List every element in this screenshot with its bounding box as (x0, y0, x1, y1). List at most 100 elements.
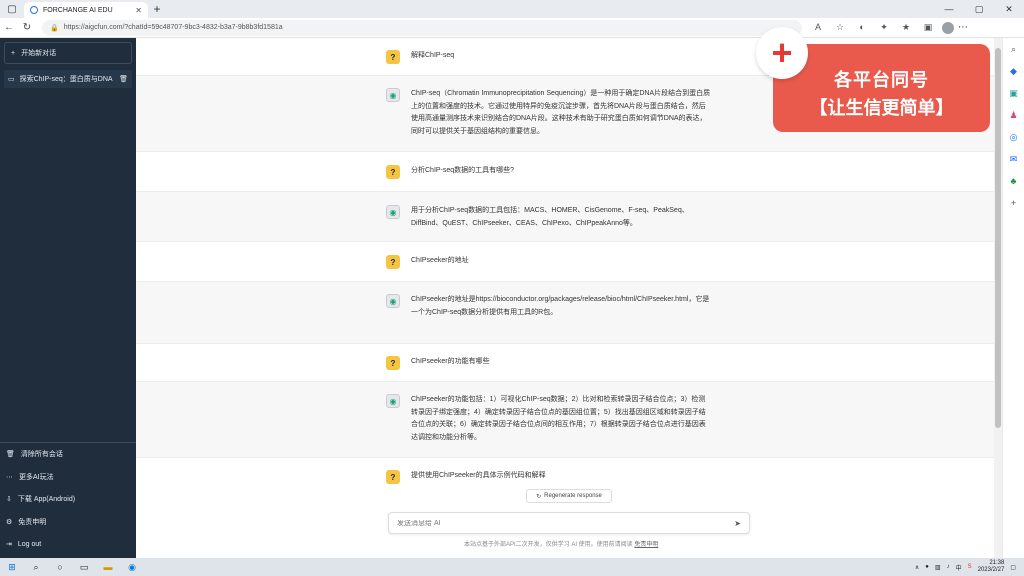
sidebar-bottom-menu: 🗑 清除所有会话 ⋯ 更多AI玩法 ⇩ 下载 App(Android) ⚙ 免责… (0, 442, 136, 556)
windows-start-icon[interactable]: ⊞ (0, 562, 24, 573)
conversation-label: 探索ChIP-seq：蛋白质与DNA (19, 76, 113, 83)
new-tab-button[interactable]: + (148, 2, 166, 16)
scrollbar-thumb[interactable] (995, 48, 1001, 428)
ai-avatar-icon: ◉ (386, 394, 400, 408)
message-row: ◉ 用于分析ChIP-seq数据的工具包括：MACS、HOMER、CisGeno… (136, 192, 994, 242)
more-menu-icon[interactable]: ⋯ (954, 22, 972, 33)
message-row: ◉ ChIPseeker的功能包括：1）可视化ChIP-seq数据；2）比对和检… (136, 382, 994, 458)
games-icon[interactable]: ♟ (1003, 104, 1024, 126)
tab-close-icon[interactable]: ✕ (135, 6, 142, 15)
message-text: 解释ChIP-seq (411, 52, 455, 59)
close-window-icon[interactable]: ✕ (994, 4, 1024, 15)
plus-badge-icon: + (756, 27, 808, 79)
network-icon[interactable]: ▥ (935, 564, 941, 571)
address-bar[interactable]: 🔒 https://aigcfun.com/?chatId=59c48707-9… (42, 19, 802, 36)
sidebar-item-label: 免责申明 (18, 518, 47, 526)
more-icon: ⋯ (6, 473, 13, 481)
regenerate-label: Regenerate response (544, 493, 602, 499)
collections-icon[interactable]: ▣ (920, 22, 936, 33)
add-icon[interactable]: + (1003, 192, 1024, 214)
message-text: ChIPseeker的地址 (411, 257, 469, 264)
site-favicon-icon (30, 6, 38, 14)
banner-line1: 各平台同号 (834, 70, 929, 91)
mic-icon[interactable]: ● (925, 564, 929, 570)
message-text: 提供使用ChIPseeker的具体示例代码和解释 (411, 472, 546, 479)
search-icon[interactable]: ⌕ (1003, 38, 1024, 60)
new-chat-button[interactable]: + 开始新对话 (4, 42, 132, 64)
minimize-icon[interactable]: — (934, 4, 964, 15)
cortana-icon[interactable]: ○ (48, 562, 72, 572)
shopping-icon[interactable]: ◆ (1003, 60, 1024, 82)
disclaimer-icon: ⚙ (6, 518, 13, 526)
conversation-item[interactable]: ▭ 探索ChIP-seq：蛋白质与DNA 🗑 (4, 70, 132, 88)
send-icon[interactable]: ➤ (734, 519, 741, 528)
sidebar-item-label: Log out (17, 540, 42, 548)
clock-time: 21:38 (989, 560, 1005, 566)
sidebar-item-label: 下载 App(Android) (17, 496, 76, 504)
app-tray-icon[interactable]: S (968, 564, 972, 570)
tab-title: FORCHANGE AI EDU (43, 6, 113, 14)
tools-icon[interactable]: ▣ (1003, 82, 1024, 104)
sidebar-item-label: 清除所有会话 (20, 451, 63, 459)
sidebar-item-download[interactable]: ⇩ 下载 App(Android) (0, 488, 136, 511)
chevron-up-icon[interactable]: ∧ (915, 564, 919, 571)
plus-icon: + (11, 49, 16, 57)
footer-note: 本站点基于外部API二次开发，仅供学习 AI 使用。使用前请阅读 免责申明 (464, 539, 658, 548)
volume-icon[interactable]: ♪ (947, 564, 950, 570)
ai-avatar-icon: ◉ (386, 294, 400, 308)
refresh-icon: ↻ (536, 493, 542, 500)
window-controls: — ▢ ✕ (934, 4, 1024, 15)
sidebar-item-disclaimer[interactable]: ⚙ 免责申明 (0, 511, 136, 534)
profile-avatar[interactable] (942, 21, 954, 34)
favorites-icon[interactable]: ★ (898, 22, 914, 33)
tree-icon[interactable]: ♣ (1003, 170, 1024, 192)
extension-icon[interactable]: ◐ (854, 22, 870, 33)
regenerate-button[interactable]: ↻ Regenerate response (526, 489, 612, 503)
trash-icon[interactable]: 🗑 (119, 75, 128, 83)
search-taskbar-icon[interactable]: ⌕ (24, 562, 48, 573)
notification-icon[interactable]: ▢ (1010, 564, 1016, 571)
message-input[interactable] (397, 519, 735, 527)
sidebar-item-label: 更多AI玩法 (19, 473, 54, 481)
message-text: ChIPseeker的功能有哪些 (411, 358, 490, 365)
back-icon[interactable]: ← (0, 22, 18, 33)
ime-icon[interactable]: 中 (956, 563, 962, 572)
disclaimer-link[interactable]: 免责申明 (634, 542, 658, 548)
read-aloud-icon[interactable]: A (810, 22, 826, 33)
puzzle-icon[interactable]: ✦ (876, 22, 892, 33)
sidebar-item-more[interactable]: ⋯ 更多AI玩法 (0, 466, 136, 489)
edge-browser-icon[interactable]: ◉ (120, 562, 144, 573)
message-text: ChIPseeker的功能包括：1）可视化ChIP-seq数据；2）比对和检索转… (411, 396, 706, 441)
sidebar-item-logout[interactable]: ⇥ Log out (0, 533, 136, 556)
chat-bubble-icon: ▭ (8, 76, 15, 83)
user-avatar-icon: ? (386, 165, 400, 179)
message-text: 分析ChIP-seq数据的工具有哪些? (411, 167, 515, 174)
clock[interactable]: 21:38 2023/2/27 (978, 560, 1005, 574)
lock-icon: 🔒 (50, 24, 59, 32)
message-text: 用于分析ChIP-seq数据的工具包括：MACS、HOMER、CisGenome… (411, 207, 689, 227)
reload-icon[interactable]: ↻ (18, 22, 36, 33)
message-input-box[interactable]: ➤ (388, 512, 750, 534)
os-taskbar: ⊞ ⌕ ○ ▭ ▬ ◉ ∧ ● ▥ ♪ 中 S 21:38 2023/2/27 … (0, 558, 1024, 576)
task-view-icon[interactable]: ▭ (72, 562, 96, 573)
user-avatar-icon: ? (386, 50, 400, 64)
browser-toolbar: A ☆ ◐ ✦ ★ ▣ (810, 22, 936, 33)
tab-actions-icon[interactable]: ▢ (0, 0, 24, 18)
user-avatar-icon: ? (386, 255, 400, 269)
message-row: ◉ ChIPseeker的地址是https://bioconductor.org… (136, 282, 994, 344)
scrollbar[interactable] (994, 38, 1002, 558)
browser-tab[interactable]: FORCHANGE AI EDU ✕ (24, 2, 148, 18)
url-text: https://aigcfun.com/?chatId=59c48707-9bc… (63, 24, 283, 31)
browser-tab-bar: ▢ FORCHANGE AI EDU ✕ + — ▢ ✕ (0, 0, 1024, 18)
office-icon[interactable]: ◎ (1003, 126, 1024, 148)
outlook-icon[interactable]: ✉ (1003, 148, 1024, 170)
ai-avatar-icon: ◉ (386, 88, 400, 102)
favorite-star-icon[interactable]: ☆ (832, 22, 848, 33)
footer-note-text: 本站点基于外部API二次开发，仅供学习 AI 使用。使用前请阅读 (464, 542, 633, 548)
message-text: ChIPseeker的地址是https://bioconductor.org/p… (411, 296, 710, 316)
user-avatar-icon: ? (386, 356, 400, 370)
message-row: ? ChIPseeker的地址 (136, 242, 994, 282)
file-explorer-icon[interactable]: ▬ (96, 562, 120, 572)
maximize-icon[interactable]: ▢ (964, 4, 994, 15)
sidebar-item-clear[interactable]: 🗑 清除所有会话 (0, 443, 136, 466)
